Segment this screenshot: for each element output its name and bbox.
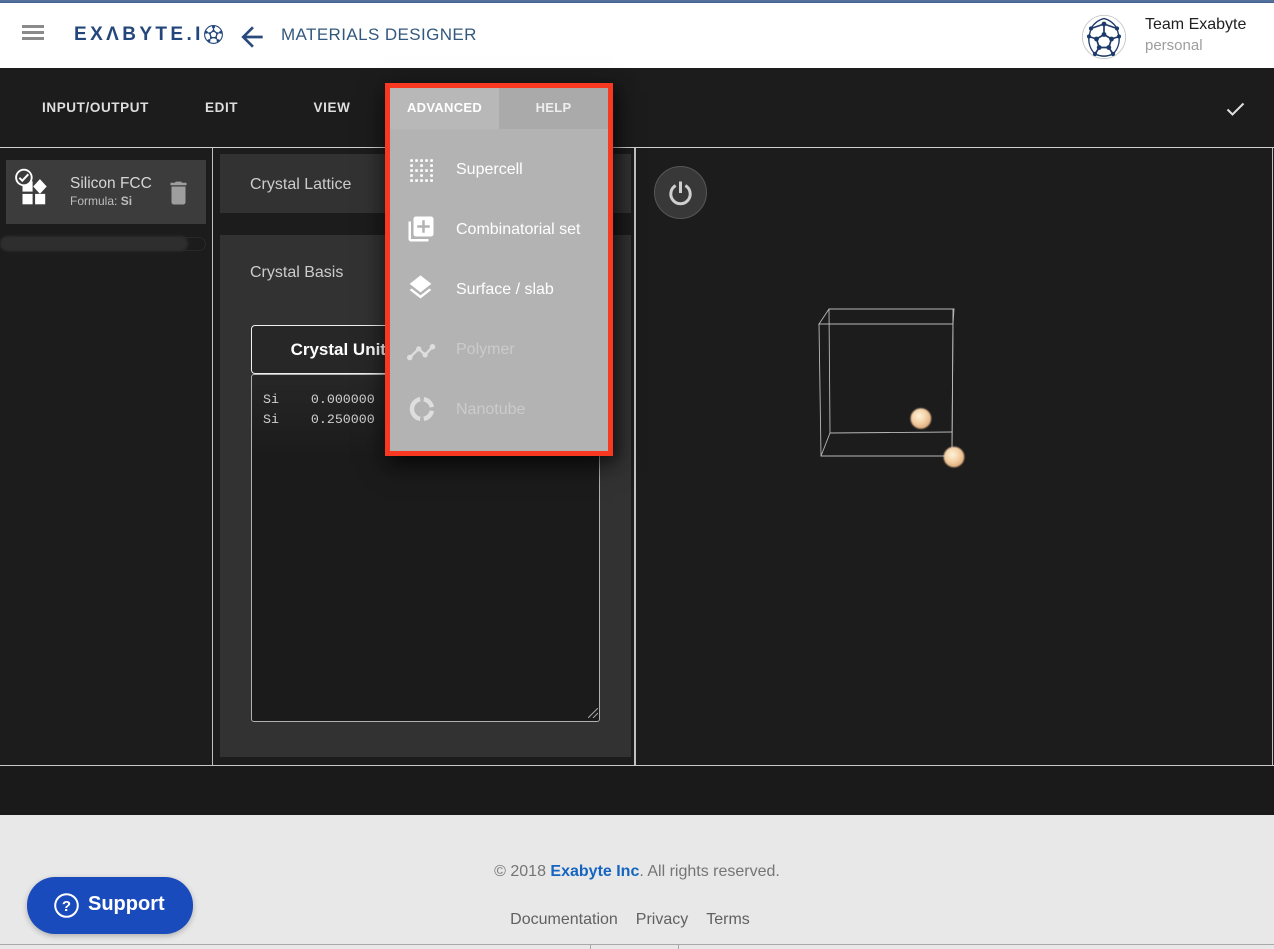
svg-text:?: ? (62, 898, 71, 915)
